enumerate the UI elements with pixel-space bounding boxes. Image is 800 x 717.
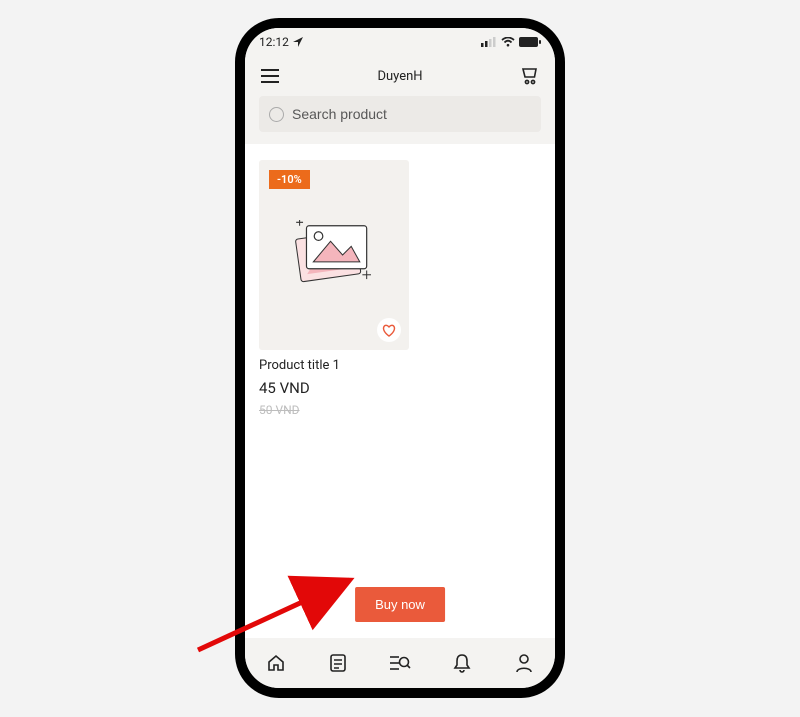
discount-badge: -10%	[269, 170, 310, 189]
home-icon[interactable]	[264, 651, 288, 675]
heart-icon	[382, 324, 396, 337]
location-arrow-icon	[293, 37, 303, 47]
signal-icon	[481, 37, 497, 47]
browse-icon[interactable]	[388, 651, 412, 675]
wifi-icon	[501, 37, 515, 47]
status-left: 12:12	[259, 35, 303, 49]
product-price: 45 VND	[259, 379, 409, 397]
battery-icon	[519, 37, 541, 47]
status-bar: 12:12	[245, 28, 555, 56]
menu-icon[interactable]	[259, 65, 281, 87]
product-image: -10%	[259, 160, 409, 350]
favorite-button[interactable]	[377, 318, 401, 342]
status-time: 12:12	[259, 35, 289, 49]
image-placeholder-icon	[291, 220, 377, 290]
search-input[interactable]	[292, 106, 531, 122]
search-bar[interactable]	[259, 96, 541, 132]
search-icon	[269, 107, 284, 122]
notifications-icon[interactable]	[450, 651, 474, 675]
app-header: DuyenH	[245, 56, 555, 96]
buy-now-button[interactable]: Buy now	[355, 587, 445, 622]
main-content: -10%	[245, 144, 555, 638]
search-bar-container	[245, 96, 555, 144]
orders-icon[interactable]	[326, 651, 350, 675]
product-title: Product title 1	[259, 358, 409, 373]
phone-frame: 12:12	[235, 18, 565, 698]
product-card[interactable]: -10%	[259, 160, 409, 417]
product-old-price: 50 VND	[259, 403, 409, 417]
header-title: DuyenH	[281, 69, 519, 84]
cart-icon[interactable]	[519, 65, 541, 87]
bottom-nav	[245, 638, 555, 688]
status-right	[481, 37, 541, 47]
profile-icon[interactable]	[512, 651, 536, 675]
